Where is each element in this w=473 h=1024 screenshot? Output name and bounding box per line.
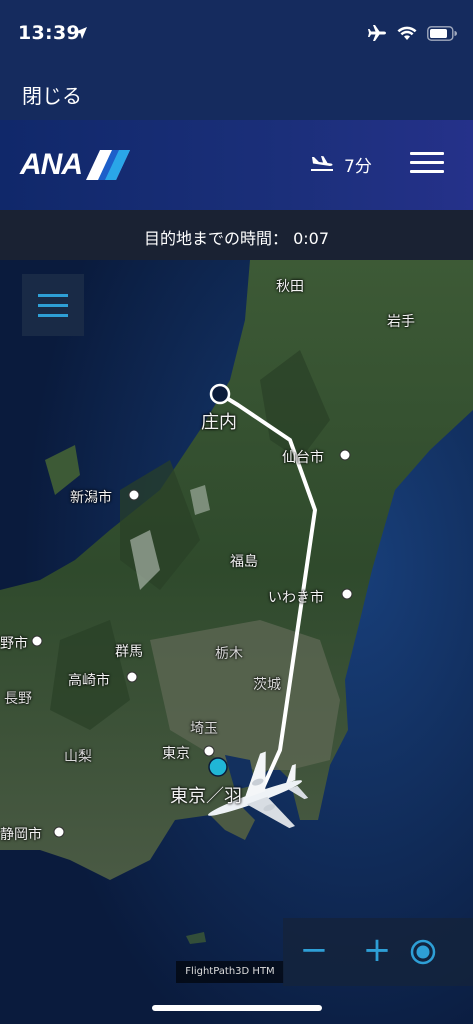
navigation-bar: 閉じる: [0, 68, 473, 120]
recenter-button[interactable]: [409, 918, 471, 986]
city-dot-partial: [31, 635, 43, 647]
close-button[interactable]: 閉じる: [22, 80, 82, 109]
city-dot-niigata: [128, 489, 140, 501]
map-attribution: FlightPath3D HTM: [176, 961, 284, 983]
city-dot-iwaki: [341, 588, 353, 600]
flight-map[interactable]: 秋田 岩手 庄内 仙台市 新潟市 福島 いわき市 野市 群馬 栃木 高崎市 茨城…: [0, 260, 473, 1024]
map-label-origin: 庄内: [201, 412, 237, 433]
layers-menu-icon: [38, 294, 68, 297]
status-time: 13:39: [18, 22, 80, 44]
map-label-tokyo: 東京: [162, 746, 190, 762]
time-to-destination: 目的地までの時間： 0:07: [143, 229, 330, 248]
map-label-shizuoka: 静岡市: [0, 827, 42, 843]
map-label-fukushima: 福島: [230, 554, 258, 570]
ana-logo-stripes: [86, 150, 130, 180]
landing-plane-icon: [310, 153, 334, 177]
map-label-ibaraki: 茨城: [253, 677, 281, 693]
map-label-partial: 野市: [0, 636, 28, 652]
hamburger-menu-icon[interactable]: [410, 152, 444, 176]
map-label-gunma: 群馬: [115, 644, 143, 660]
city-dot-shizuoka: [53, 826, 65, 838]
city-dot-tokyo: [203, 745, 215, 757]
zoom-in-button[interactable]: +: [346, 918, 408, 986]
map-label-niigata: 新潟市: [70, 490, 112, 506]
city-dot-sendai: [339, 449, 351, 461]
home-indicator[interactable]: [152, 1005, 322, 1011]
map-label-saitama: 埼玉: [190, 721, 218, 737]
map-label-iwate: 岩手: [387, 314, 415, 330]
map-label-nagano: 長野: [4, 691, 32, 707]
wifi-icon: [397, 25, 417, 45]
map-label-sendai: 仙台市: [282, 450, 324, 466]
ana-header: ANA 7分: [0, 120, 473, 210]
map-label-takasaki: 高崎市: [68, 673, 110, 689]
destination-marker: [208, 757, 228, 777]
recenter-target-icon: [410, 939, 436, 965]
map-label-yamanashi: 山梨: [64, 749, 92, 765]
battery-icon: [427, 25, 457, 45]
origin-marker: [209, 383, 231, 405]
map-canvas: [0, 260, 473, 1024]
map-label-akita: 秋田: [276, 279, 304, 295]
airplane-mode-icon: [367, 24, 387, 46]
time-to-destination-bar: 目的地までの時間： 0:07: [0, 210, 473, 260]
eta-indicator: 7分: [310, 152, 372, 177]
map-label-iwaki: いわき市: [268, 590, 324, 606]
eta-time: 7分: [344, 157, 372, 177]
zoom-out-button[interactable]: −: [283, 918, 345, 986]
map-label-tochigi: 栃木: [215, 646, 243, 662]
city-dot-takasaki: [126, 671, 138, 683]
status-bar: 13:39: [0, 0, 473, 68]
location-arrow-icon: [74, 25, 88, 44]
layers-menu-button[interactable]: [22, 274, 84, 336]
map-label-destination: 東京／羽: [170, 786, 242, 807]
ana-logo-text: ANA: [20, 148, 83, 181]
map-controls: − +: [283, 918, 473, 986]
ana-logo: ANA: [20, 148, 130, 182]
